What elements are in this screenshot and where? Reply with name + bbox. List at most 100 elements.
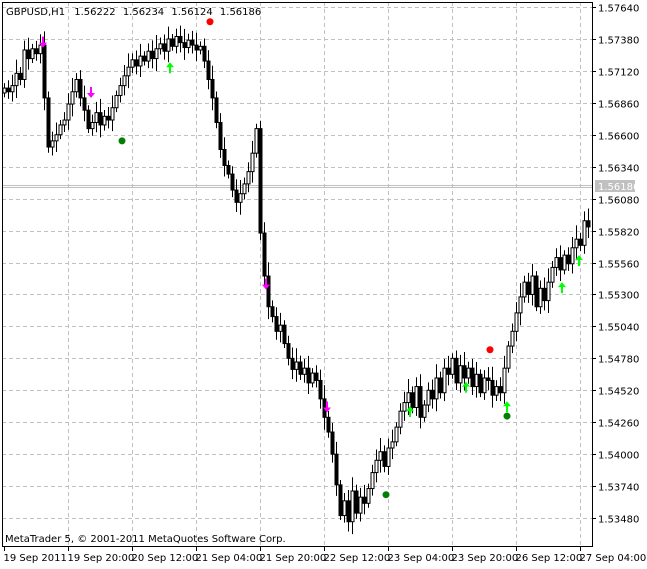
y-tick-label: 1.54780 — [598, 355, 639, 366]
bear-candle-body — [478, 373, 483, 394]
bull-candle-body — [342, 500, 347, 517]
candle — [346, 490, 351, 532]
candle — [370, 464, 375, 496]
candle — [278, 312, 283, 343]
candle — [26, 37, 31, 70]
bull-candle-body — [494, 386, 499, 396]
candle — [234, 179, 239, 213]
bear-candle-body — [86, 109, 91, 130]
candle — [442, 358, 447, 402]
bear-candle-body — [194, 44, 199, 51]
green-dot-signal — [118, 137, 126, 145]
candle — [22, 40, 27, 88]
y-tick-label: 1.56080 — [598, 196, 639, 207]
bull-candle-body — [546, 281, 551, 302]
bull-candle-body — [394, 426, 399, 443]
bear-candle-body — [42, 44, 47, 99]
bear-candle-body — [6, 87, 11, 93]
candle — [426, 382, 431, 413]
bull-candle-body — [522, 281, 527, 298]
candle — [530, 263, 535, 306]
candle — [322, 385, 327, 430]
candle — [486, 367, 491, 391]
candle — [466, 361, 471, 384]
candle — [174, 28, 179, 54]
bull-candle-body — [54, 134, 59, 142]
candle — [46, 91, 51, 153]
bull-candle-body — [366, 488, 371, 504]
bear-candle-body — [282, 324, 287, 345]
bear-candle-body — [354, 490, 359, 514]
bear-candle-body — [142, 55, 147, 62]
candle — [438, 371, 443, 399]
ohlc-close: 1.56186 — [220, 7, 261, 18]
candle — [58, 120, 63, 140]
plot-frame — [2, 2, 593, 547]
bull-candle-body — [14, 72, 19, 87]
bull-candle-body — [574, 238, 579, 249]
x-tick-label: 23 Sep 04:00 — [388, 553, 455, 564]
candle — [146, 43, 151, 69]
candle — [18, 66, 23, 86]
candle — [298, 355, 303, 381]
candle — [106, 106, 111, 129]
bull-candle-body — [38, 44, 43, 55]
candle — [158, 37, 163, 55]
bear-candle-body — [338, 484, 343, 517]
bull-candle-body — [402, 402, 407, 412]
bull-candle-body — [90, 121, 95, 130]
time-axis: 19 Sep 2011 19 Sep 20:0020 Sep 12:0021 Se… — [4, 546, 646, 564]
y-tick-label: 1.54260 — [598, 419, 639, 430]
candle — [386, 438, 391, 475]
candle — [38, 34, 43, 64]
bear-candle-body — [290, 357, 295, 370]
bull-candle-body — [74, 78, 79, 93]
y-tick-label: 1.53740 — [598, 483, 639, 494]
bull-candle-body — [50, 140, 55, 148]
candle — [242, 177, 247, 200]
candle — [270, 300, 275, 323]
bear-candle-body — [210, 78, 215, 99]
bear-candle-body — [542, 287, 547, 302]
candle — [290, 347, 295, 380]
y-tick-label: 1.57640 — [598, 4, 639, 15]
bull-candle-body — [114, 94, 119, 109]
bull-candle-body — [130, 59, 135, 68]
current-price-label: 1.56186 — [598, 182, 639, 193]
bull-candle-body — [242, 183, 247, 195]
bear-candle-body — [578, 238, 583, 246]
bear-candle-body — [318, 379, 323, 400]
bull-candle-body — [370, 472, 375, 490]
bear-candle-body — [18, 72, 23, 80]
candle — [250, 140, 255, 183]
price-chart[interactable]: 1.57640 1.57380 1.57120 1.56860 1.56600 1.563… — [0, 0, 647, 569]
y-tick-label: 1.57120 — [598, 68, 639, 79]
candle — [478, 369, 483, 398]
candle — [198, 41, 203, 55]
candle — [206, 50, 211, 90]
candle — [130, 53, 135, 73]
chart-window[interactable]: 1.57640 1.57380 1.57120 1.56860 1.56600 1.563… — [0, 0, 647, 569]
candle — [362, 484, 367, 515]
candle — [394, 422, 399, 447]
candle — [138, 43, 143, 78]
ohlc-open: 1.56222 — [74, 7, 115, 18]
candle — [310, 368, 315, 388]
candle — [334, 441, 339, 496]
candle — [550, 261, 555, 288]
bear-candle-body — [526, 281, 531, 295]
candle — [578, 232, 583, 252]
green-dot-signal — [503, 412, 511, 420]
bull-candle-body — [530, 275, 535, 295]
bear-candle-body — [470, 367, 475, 388]
bear-candle-body — [362, 496, 367, 504]
candle — [534, 271, 539, 312]
bear-candle-body — [82, 97, 87, 111]
candle — [150, 40, 155, 69]
y-tick-label: 1.55300 — [598, 291, 639, 302]
bull-candle-body — [550, 266, 555, 283]
bull-candle-body — [458, 365, 463, 384]
candle — [522, 275, 527, 303]
candle — [306, 355, 311, 394]
bull-candle-body — [166, 38, 171, 52]
